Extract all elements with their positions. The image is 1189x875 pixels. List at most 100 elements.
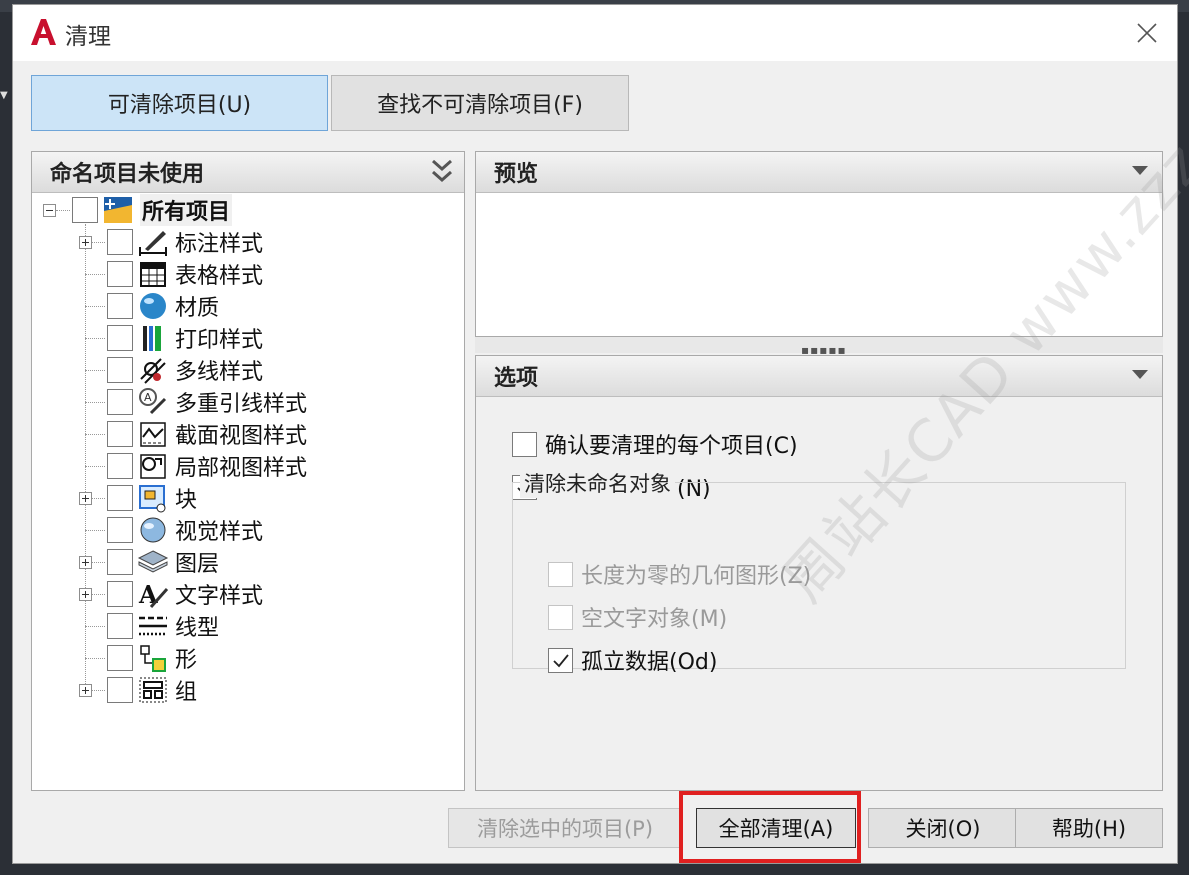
tree-item-label: 线型 [175, 616, 220, 641]
tab-purgeable-items[interactable]: 可清除项目(U) [31, 75, 328, 131]
tree-expander-text-style[interactable] [79, 588, 92, 601]
tree-line [85, 626, 105, 627]
preview-header-label: 预览 [494, 162, 539, 187]
options-header-label: 选项 [494, 366, 539, 391]
background-arrow-icon: ▼ [0, 90, 8, 101]
tree-line [85, 370, 105, 371]
empty-text-checkbox[interactable] [548, 604, 573, 630]
collapse-double-chevron-icon[interactable] [430, 158, 454, 184]
options-header[interactable]: 选项 [476, 356, 1162, 397]
root-expander[interactable] [43, 204, 56, 217]
tree-expander-group[interactable] [79, 684, 92, 697]
tree-item-label: 视觉样式 [175, 520, 264, 545]
tree-item-checkbox[interactable] [107, 517, 133, 543]
tree-item-label: 标注样式 [175, 232, 264, 257]
tree-item-plot-style[interactable]: 打印样式 [107, 323, 263, 353]
tree-item-material-sphere[interactable]: 材质 [107, 291, 219, 321]
tree-item-detail-view-style[interactable]: 局部视图样式 [107, 451, 307, 481]
help-button[interactable]: 帮助(H) [1015, 808, 1163, 848]
tree-item-label: 图层 [175, 552, 220, 577]
orphaned-data-label: 孤立数据(Od) [581, 650, 718, 675]
multileader-style-icon: A [139, 388, 167, 415]
tree-item-checkbox[interactable] [107, 389, 133, 415]
empty-text-label: 空文字对象(M) [581, 607, 728, 632]
orphaned-data-checkbox[interactable] [548, 647, 573, 673]
tree-item-label: 形 [175, 648, 198, 673]
tree-item-label: 表格样式 [175, 264, 264, 289]
tree-expander-dimension-style[interactable] [79, 236, 92, 249]
zero-length-checkbox[interactable] [548, 561, 573, 587]
purge-checked-button[interactable]: 清除选中的项目(P) [448, 808, 682, 848]
text-style-icon: A [138, 580, 169, 609]
tree-item-checkbox[interactable] [107, 261, 133, 287]
tab-find-non-purgeable[interactable]: 查找不可清除项目(F) [331, 75, 629, 131]
window-title: 清理 [65, 24, 111, 50]
preview-header[interactable]: 预览 [476, 152, 1162, 193]
tree-item-checkbox[interactable] [107, 229, 133, 255]
tree-item-table-style[interactable]: 表格样式 [107, 259, 263, 289]
confirm-each-checkbox[interactable] [512, 431, 537, 457]
tree-line [85, 274, 105, 275]
material-sphere-icon [140, 293, 166, 319]
tree-item-checkbox[interactable] [107, 549, 133, 575]
detail-view-style-icon [140, 454, 166, 479]
tree-item-text-style[interactable]: A 文字样式 [107, 579, 263, 609]
chevron-down-icon[interactable] [1132, 370, 1148, 380]
close-icon[interactable] [1131, 17, 1163, 49]
dimension-style-icon [139, 231, 167, 256]
tree-root[interactable]: 所有项目 [72, 194, 233, 226]
tree-line [85, 434, 105, 435]
block-icon [139, 485, 166, 513]
confirm-each-option[interactable]: 确认要清理的每个项目(C) [512, 428, 798, 460]
tree-root-checkbox[interactable] [72, 197, 98, 223]
tree-item-checkbox[interactable] [107, 421, 133, 447]
purge-dialog: 清理 可清除项目(U) 查找不可清除项目(F) 命名项目未使用 所有项目 标注样… [12, 4, 1178, 864]
tree-item-layers[interactable]: 图层 [107, 547, 219, 577]
tree-item-label: 块 [175, 488, 198, 513]
named-items-panel: 命名项目未使用 所有项目 标注样式 表格样式 材质 打印样式 多线样式 A 多重引线 [31, 151, 465, 791]
tree-item-section-view-style[interactable]: 截面视图样式 [107, 419, 307, 449]
tree-view: 所有项目 标注样式表格样式材质打印样式多线样式 A 多重引线样式 截面视图样式 局部视图… [32, 192, 464, 790]
named-items-header[interactable]: 命名项目未使用 [32, 152, 464, 193]
tree-item-multiline-style[interactable]: 多线样式 [107, 355, 263, 385]
tree-root-label: 所有项目 [140, 194, 233, 226]
close-button[interactable]: 关闭(O) [868, 808, 1018, 848]
tree-item-checkbox[interactable] [107, 581, 133, 607]
tree-item-label: 多重引线样式 [175, 392, 308, 417]
unnamed-objects-group-label: 清除未命名对象 [520, 468, 675, 498]
title-bar[interactable]: 清理 [13, 5, 1177, 61]
tree-item-visual-style[interactable]: 视觉样式 [107, 515, 263, 545]
tree-item-label: 材质 [175, 296, 220, 321]
tree-item-checkbox[interactable] [107, 325, 133, 351]
tree-expander-layers[interactable] [79, 556, 92, 569]
tree-item-multileader-style[interactable]: A 多重引线样式 [107, 387, 307, 417]
tree-expander-block[interactable] [79, 492, 92, 505]
tree-item-checkbox[interactable] [107, 293, 133, 319]
orphaned-data-option[interactable]: 孤立数据(Od) [548, 644, 717, 676]
tree-line [85, 530, 105, 531]
plot-style-icon [143, 326, 161, 351]
tree-line [85, 658, 105, 659]
all-items-icon [104, 197, 132, 223]
tree-item-label: 文字样式 [175, 584, 264, 609]
tree-item-label: 截面视图样式 [175, 424, 308, 449]
empty-text-option[interactable]: 空文字对象(M) [548, 601, 727, 633]
tree-item-checkbox[interactable] [107, 453, 133, 479]
tree-line [85, 224, 86, 688]
tree-item-dimension-style[interactable]: 标注样式 [107, 227, 263, 257]
tree-item-checkbox[interactable] [107, 613, 133, 639]
tree-item-checkbox[interactable] [107, 645, 133, 671]
tree-line [85, 402, 105, 403]
tree-item-linetype[interactable]: 线型 [107, 611, 219, 641]
tree-item-checkbox[interactable] [107, 677, 133, 703]
tree-item-label: 多线样式 [175, 360, 264, 385]
autocad-logo-icon [31, 19, 56, 45]
tree-item-group[interactable]: 组 [107, 675, 197, 705]
tree-item-checkbox[interactable] [107, 485, 133, 511]
tree-item-shape[interactable]: 形 [107, 643, 197, 673]
visual-style-icon [140, 517, 166, 543]
tree-item-label: 组 [175, 680, 198, 705]
tree-item-label: 打印样式 [175, 328, 264, 353]
tree-item-block[interactable]: 块 [107, 483, 197, 513]
tree-item-checkbox[interactable] [107, 357, 133, 383]
